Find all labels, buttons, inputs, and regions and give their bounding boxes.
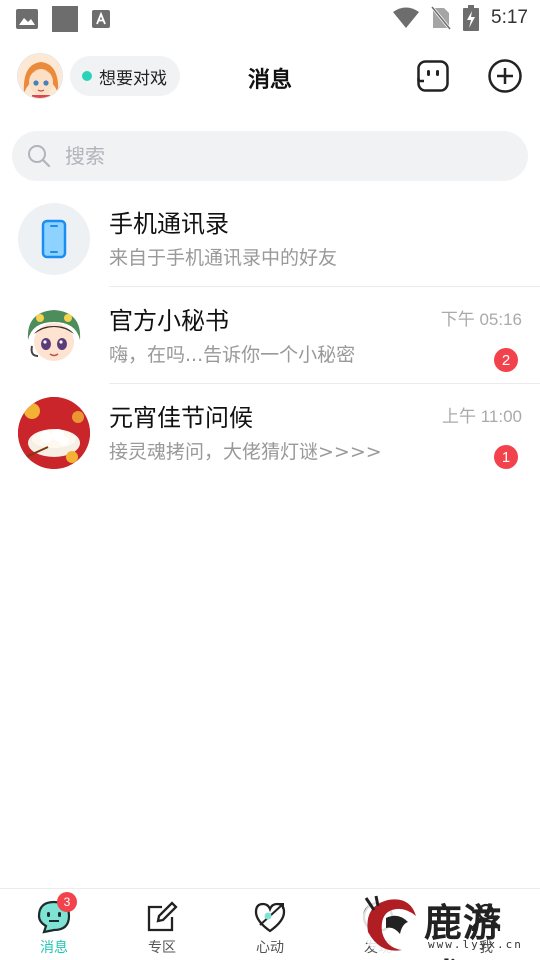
phone-contacts-icon	[18, 203, 90, 275]
gallery-icon	[16, 9, 38, 29]
conversation-title: 官方小秘书	[109, 307, 229, 335]
status-bar: 5:17	[0, 0, 540, 36]
watermark-url: www.lyyx.cn	[428, 938, 523, 951]
unread-badge: 2	[494, 348, 518, 372]
conversation-title: 元宵佳节问候	[109, 404, 253, 432]
nav-tab-zone[interactable]: 专区	[108, 889, 216, 960]
lantern-festival-avatar	[18, 397, 90, 469]
conversation-preview: 嗨，在吗...告诉你一个小秘密	[109, 344, 356, 366]
status-time: 5:17	[491, 7, 528, 28]
conversation-title: 手机通讯录	[109, 210, 229, 238]
robot-icon[interactable]	[415, 58, 451, 94]
watermark: 鹿游戏 www.lyyx.cn	[358, 892, 540, 960]
search-bar[interactable]	[12, 131, 528, 181]
nav-label: 心动	[256, 940, 284, 956]
avatar-image	[18, 54, 62, 98]
secretary-avatar	[18, 300, 90, 372]
messages-screen: 5:17 想要对戏 消息 搜索 手机通讯录 来自于手机通讯录中的好友 官方小秘书…	[0, 0, 540, 960]
battery-charging-icon	[463, 5, 480, 31]
search-input[interactable]	[65, 144, 485, 168]
nav-unread-badge: 3	[57, 892, 77, 912]
header: 想要对戏 消息	[0, 48, 540, 104]
conversation-preview: 来自于手机通讯录中的好友	[109, 247, 338, 269]
online-dot	[82, 71, 92, 81]
list-item-contacts[interactable]: 手机通讯录 来自于手机通讯录中的好友	[0, 190, 540, 287]
nav-label: 专区	[148, 940, 176, 956]
mood-status-chip[interactable]: 想要对戏	[70, 56, 180, 96]
unread-badge: 1	[494, 445, 518, 469]
deer-logo-icon	[361, 895, 421, 955]
no-sim-icon	[431, 6, 452, 30]
plus-circle-icon[interactable]	[487, 58, 523, 94]
nav-tab-heartbeat[interactable]: 心动	[216, 889, 324, 960]
mood-label: 想要对戏	[99, 68, 167, 89]
list-item-lantern-festival[interactable]: 元宵佳节问候 接灵魂拷问，大佬猜灯谜>>>> 上午 11:00 1	[0, 384, 540, 481]
user-avatar[interactable]	[17, 53, 63, 99]
conversation-time: 上午 11:00	[441, 407, 522, 426]
list-item-secretary[interactable]: 官方小秘书 嗨，在吗...告诉你一个小秘密 下午 05:16 2	[0, 287, 540, 384]
heart-arrow-icon	[254, 902, 286, 933]
nav-tab-messages[interactable]: 消息 3	[0, 889, 108, 960]
edit-icon	[147, 901, 178, 932]
wifi-icon	[393, 7, 420, 28]
square-icon	[52, 6, 78, 32]
conversation-time: 下午 05:16	[440, 310, 522, 329]
conversation-list: 手机通讯录 来自于手机通讯录中的好友 官方小秘书 嗨，在吗...告诉你一个小秘密…	[0, 190, 540, 481]
nav-label: 消息	[40, 940, 68, 956]
conversation-preview: 接灵魂拷问，大佬猜灯谜>>>>	[109, 441, 382, 463]
search-icon	[28, 145, 51, 168]
font-a-icon	[92, 10, 110, 28]
